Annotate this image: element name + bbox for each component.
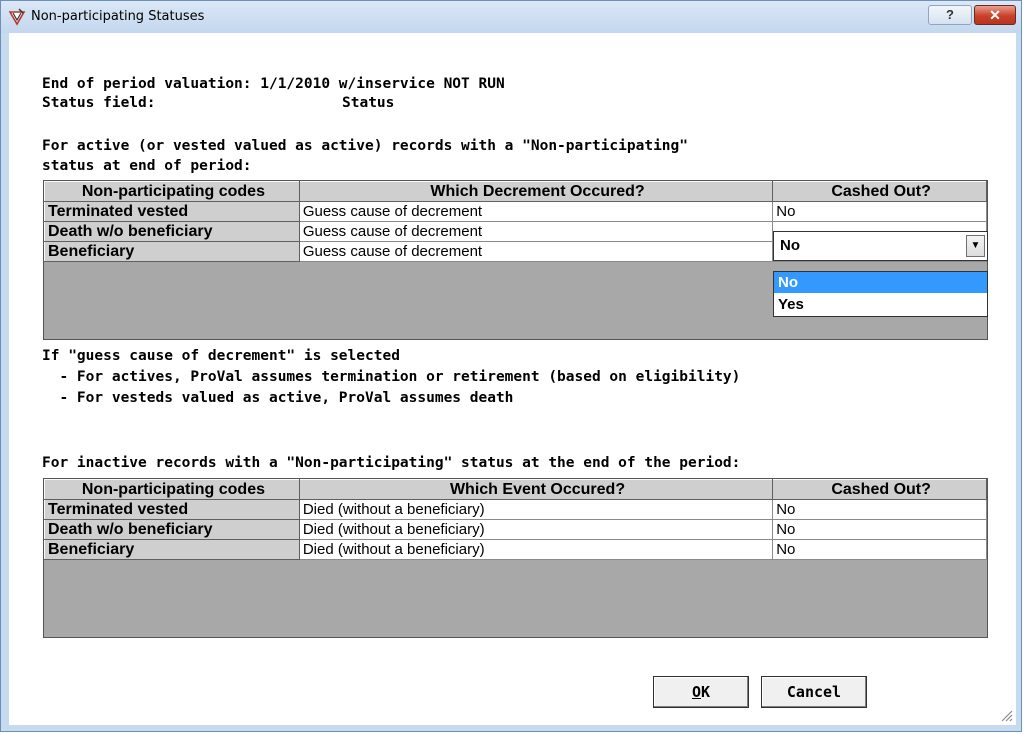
column-header-cashed-out[interactable]: Cashed Out? [772, 479, 987, 500]
dropdown-option-yes[interactable]: Yes [774, 294, 987, 315]
notes-line2: - For actives, ProVal assumes terminatio… [42, 369, 741, 385]
table-row: Terminated vested Guess cause of decreme… [44, 201, 987, 222]
row-header[interactable]: Terminated vested [44, 201, 300, 222]
dialog-content: End of period valuation: 1/1/2010 w/inse… [9, 33, 1016, 725]
dropdown-option-no[interactable]: No [774, 272, 987, 293]
event-cell[interactable]: Died (without a beneficiary) [298, 519, 774, 540]
row-header[interactable]: Death w/o beneficiary [44, 519, 300, 540]
event-cell[interactable]: Died (without a beneficiary) [298, 499, 774, 520]
table-row: Beneficiary Died (without a beneficiary)… [44, 539, 987, 560]
status-field-value: Status [342, 95, 395, 111]
window-title: Non-participating Statuses [31, 9, 205, 24]
active-intro-line1: For active (or vested valued as active) … [42, 138, 689, 154]
dropdown-selected-value: No [780, 237, 800, 254]
help-button[interactable]: ? [928, 5, 972, 25]
close-icon: ✕ [989, 7, 1001, 23]
close-button[interactable]: ✕ [974, 5, 1016, 25]
ok-accelerator: O [691, 683, 701, 701]
column-header-codes[interactable]: Non-participating codes [44, 181, 300, 202]
inactive-records-grid[interactable]: Non-participating codes Which Event Occu… [43, 478, 988, 638]
inactive-grid-table: Non-participating codes Which Event Occu… [44, 479, 987, 560]
decrement-cell[interactable]: Guess cause of decrement [298, 221, 774, 242]
event-cell[interactable]: Died (without a beneficiary) [298, 539, 774, 560]
title-bar[interactable]: Non-participating Statuses ? ✕ [1, 1, 1021, 33]
dropdown-option-list: No Yes [773, 271, 988, 317]
cashed-out-cell[interactable]: No [772, 201, 987, 222]
ok-label: K [701, 683, 711, 701]
chevron-down-icon[interactable]: ▼ [966, 235, 985, 257]
row-header[interactable]: Death w/o beneficiary [44, 221, 300, 242]
column-header-codes[interactable]: Non-participating codes [44, 479, 300, 500]
cashed-out-dropdown[interactable]: No ▼ [773, 231, 988, 261]
cashed-out-cell[interactable]: No [772, 499, 987, 520]
valuation-line: End of period valuation: 1/1/2010 w/inse… [42, 76, 505, 92]
row-header[interactable]: Terminated vested [44, 499, 300, 520]
cancel-button[interactable]: Cancel [761, 676, 867, 708]
grid-header-row: Non-participating codes Which Decrement … [44, 181, 987, 202]
inactive-intro: For inactive records with a "Non-partici… [42, 455, 741, 471]
ok-button[interactable]: OK [653, 676, 749, 708]
dialog-window: Non-participating Statuses ? ✕ End of pe… [0, 0, 1022, 732]
column-header-event[interactable]: Which Event Occured? [298, 479, 774, 500]
row-header[interactable]: Beneficiary [44, 241, 300, 262]
table-row: Terminated vested Died (without a benefi… [44, 499, 987, 520]
proval-app-icon [8, 8, 26, 26]
decrement-cell[interactable]: Guess cause of decrement [298, 201, 774, 222]
resize-grip-icon[interactable] [999, 708, 1013, 722]
cashed-out-cell[interactable]: No [772, 539, 987, 560]
column-header-cashed-out[interactable]: Cashed Out? [772, 181, 987, 202]
decrement-cell[interactable]: Guess cause of decrement [298, 241, 774, 262]
notes-line3: - For vesteds valued as active, ProVal a… [42, 390, 514, 406]
notes-line1: If "guess cause of decrement" is selecte… [42, 348, 400, 364]
column-header-decrement[interactable]: Which Decrement Occured? [298, 181, 774, 202]
status-field-label: Status field: [42, 95, 156, 111]
row-header[interactable]: Beneficiary [44, 539, 300, 560]
table-row: Death w/o beneficiary Died (without a be… [44, 519, 987, 540]
cashed-out-cell[interactable]: No [772, 519, 987, 540]
active-intro-line2: status at end of period: [42, 158, 252, 174]
grid-header-row: Non-participating codes Which Event Occu… [44, 479, 987, 500]
